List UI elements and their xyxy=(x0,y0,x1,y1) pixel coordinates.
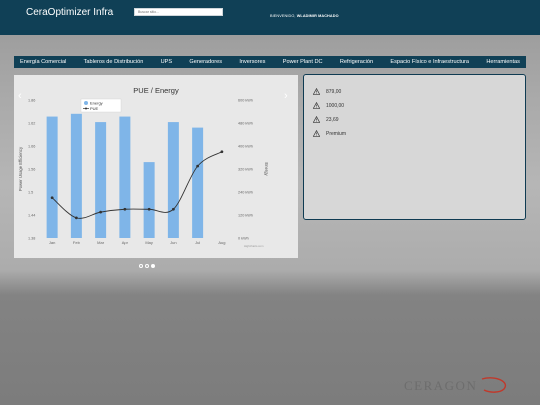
carousel-dots xyxy=(139,264,155,268)
alert-value: 1000,00 xyxy=(326,102,345,109)
x-tick-label: Jan xyxy=(49,240,55,245)
y-left-tick-label: 1.86 xyxy=(28,99,35,103)
nav-item-espacio-fisico[interactable]: Espacio Físico e Infraestructura xyxy=(390,59,469,65)
x-tick-label: Jul xyxy=(195,240,200,245)
x-tick-label: Jun xyxy=(170,240,176,245)
pue-energy-chart-card: PUE / Energy 1.86 1.62 1.66 1.56 1.5 1.44 1.38 6… xyxy=(14,75,298,258)
carousel-dot[interactable] xyxy=(139,264,143,268)
energy-bar xyxy=(70,113,82,238)
pue-point xyxy=(147,207,151,211)
alerts-panel: 879,00 1000,00 23,69 Premium xyxy=(303,74,526,220)
nav-item-power-plant-dc[interactable]: Power Plant DC xyxy=(283,59,323,65)
alert-row: 879,00 xyxy=(313,88,341,95)
warning-icon xyxy=(313,130,320,137)
pue-point xyxy=(50,196,54,200)
carousel-dot[interactable] xyxy=(145,264,149,268)
legend-pue-marker xyxy=(85,107,87,110)
y-right-tick-label: 480 kWh xyxy=(238,122,253,126)
alert-row: 23,69 xyxy=(313,116,339,123)
nav-item-tableros[interactable]: Tableros de Distribución xyxy=(84,59,144,65)
chart-credit: Highcharts.com xyxy=(244,244,264,248)
nav-item-refrigeracion[interactable]: Refrigeración xyxy=(340,59,373,65)
warning-icon xyxy=(313,102,320,109)
nav-item-herramientas[interactable]: Herramientas xyxy=(486,59,520,65)
ceragon-logo: CERAGON xyxy=(404,376,514,401)
y-left-axis-label: Power Usage Efficiency xyxy=(18,146,23,191)
alert-row: 1000,00 xyxy=(313,102,344,109)
y-right-tick-label: 320 kWh xyxy=(238,168,253,172)
main-nav: Energía Comercial Tableros de Distribuci… xyxy=(14,56,526,68)
pue-point xyxy=(74,216,78,220)
y-left-tick-label: 1.56 xyxy=(28,168,35,172)
x-tick-label: Apr xyxy=(122,240,129,245)
y-left-tick-label: 1.62 xyxy=(28,122,35,126)
alert-value: Premium xyxy=(326,130,347,137)
carousel-prev-arrow[interactable]: ‹ xyxy=(18,90,22,102)
energy-bar xyxy=(167,122,179,238)
warning-icon xyxy=(313,88,320,95)
y-right-tick-label: 600 kWh xyxy=(238,99,253,103)
y-left-tick-label: 1.44 xyxy=(28,214,35,218)
pue-point xyxy=(171,207,175,211)
energy-bar xyxy=(192,127,204,238)
chart-title: PUE / Energy xyxy=(133,86,179,95)
site-search-input[interactable] xyxy=(134,8,223,16)
app-header: CeraOptimizer Infra BIENVENIDO, WLADIMIR… xyxy=(0,0,540,35)
pue-point xyxy=(99,210,103,214)
welcome-prefix: BIENVENIDO, xyxy=(270,14,296,18)
y-right-axis-label: Energy xyxy=(264,162,269,176)
pue-point xyxy=(196,164,200,168)
y-right-tick-label: 120 kWh xyxy=(238,214,253,218)
welcome-message: BIENVENIDO, WLADIMIR MACHADO xyxy=(270,14,339,18)
y-right-tick-label: 0 kWh xyxy=(238,237,249,241)
legend-energy-label: Energy xyxy=(90,101,103,106)
pue-energy-chart: PUE / Energy 1.86 1.62 1.66 1.56 1.5 1.44 1.38 6… xyxy=(18,86,269,248)
legend-pue-label: PUE xyxy=(90,106,99,111)
app-title: CeraOptimizer Infra xyxy=(26,7,114,18)
nav-item-energia-comercial[interactable]: Energía Comercial xyxy=(20,59,66,65)
x-tick-label: Aug xyxy=(218,240,225,245)
ceragon-logo-mark: CERAGON xyxy=(404,377,507,393)
energy-bar xyxy=(46,116,58,238)
nav-item-ups[interactable]: UPS xyxy=(161,59,173,65)
nav-item-generadores[interactable]: Generadores xyxy=(189,59,222,65)
y-left-tick-label: 1.5 xyxy=(28,191,33,195)
logo-text: CERAGON xyxy=(404,378,477,393)
pue-point xyxy=(220,150,224,154)
x-tick-label: May xyxy=(145,240,153,245)
user-name[interactable]: WLADIMIR MACHADO xyxy=(297,14,339,18)
alert-value: 879,00 xyxy=(326,88,342,95)
energy-bar xyxy=(119,116,131,238)
carousel-dot-active[interactable] xyxy=(151,264,155,268)
y-left-tick-label: 1.38 xyxy=(28,237,35,241)
y-right-tick-label: 240 kWh xyxy=(238,191,253,195)
carousel-next-arrow[interactable]: › xyxy=(284,90,288,102)
pue-point xyxy=(123,207,127,211)
y-left-tick-label: 1.66 xyxy=(28,145,35,149)
y-right-tick-label: 400 kWh xyxy=(238,145,253,149)
alert-row: Premium xyxy=(313,130,346,137)
x-tick-label: Mar xyxy=(97,240,105,245)
energy-bar xyxy=(143,162,155,238)
legend-energy-marker xyxy=(84,101,88,105)
nav-item-inversores[interactable]: Inversores xyxy=(239,59,265,65)
alert-value: 23,69 xyxy=(326,116,339,123)
warning-icon xyxy=(313,116,320,123)
energy-bar xyxy=(95,122,107,238)
x-tick-label: Feb xyxy=(73,240,81,245)
